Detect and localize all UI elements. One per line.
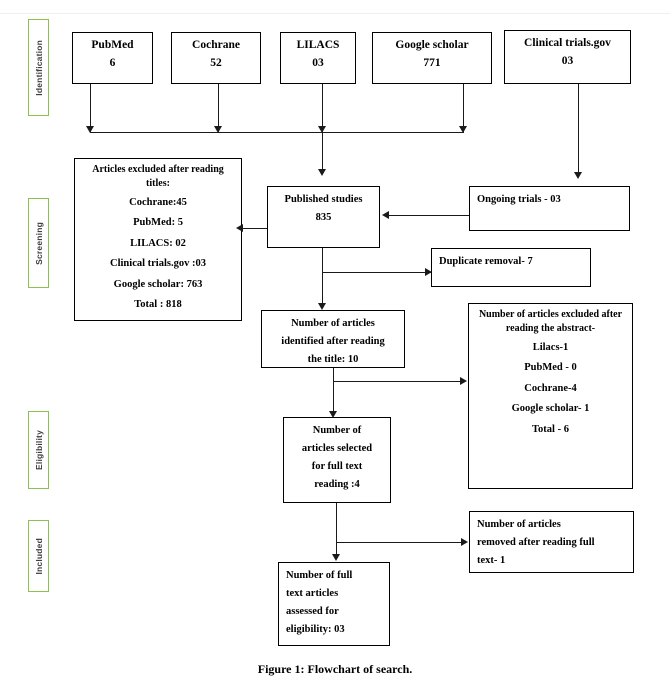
source-count-google-scholar: 771 [423,56,441,69]
arrowhead-published-to-identified [318,303,326,310]
connector-pubmed-down [90,84,92,132]
assessed-eligibility-box: Number of full text articles assessed fo… [278,562,390,646]
arrowhead-identified-to-excluded-abstract [460,377,467,385]
phase-label-eligibility: Eligibility [28,411,49,489]
duplicate-removal-box: Duplicate removal- 7 [431,248,591,287]
excluded-after-abstract-item-pubmed: PubMed - 0 [524,362,577,374]
assessed-eligibility-line2: text articles [286,588,339,600]
arrowhead-published-to-excluded-titles [236,224,243,232]
phase-label-identification: Identification [28,19,49,116]
excluded-after-abstract-item-cochrane: Cochrane-4 [524,382,577,394]
excluded-after-abstract-item-lilacs: Lilacs-1 [532,342,569,353]
published-studies-count: 835 [315,212,332,224]
excluded-after-abstract-heading: Number of articles excluded after readin… [478,309,623,334]
source-box-clinical-trials: Clinical trials.gov 03 [504,30,631,84]
connector-published-to-duplicates [322,272,431,274]
flowchart-figure: Identification Screening Eligibility Inc… [0,0,670,687]
excluded-after-titles-heading: Articles excluded after reading titles: [92,164,224,189]
excluded-after-titles-item-google-scholar: Google scholar: 763 [113,278,203,290]
arrowhead-clinical-to-ongoing [574,172,582,179]
source-count-cochrane: 52 [210,56,222,69]
excluded-after-titles-item-pubmed: PubMed: 5 [133,217,183,229]
connector-ongoing-to-published [389,215,469,217]
source-count-pubmed: 6 [109,56,116,69]
removed-after-full-text-line1: Number of articles [477,519,561,530]
arrowhead-selected-to-removed [461,538,468,546]
excluded-after-titles-item-total: Total : 818 [134,299,182,311]
arrowhead-published-to-duplicates [425,268,432,276]
ongoing-trials-box: Ongoing trials - 03 [469,186,630,231]
excluded-after-titles-box: Articles excluded after reading titles: … [74,158,242,321]
connector-cochrane-down [218,84,220,132]
selected-full-text-line1: Number of [312,425,362,436]
arrowhead-ongoing-to-published [382,211,389,219]
source-count-clinical-trials: 03 [561,54,574,67]
assessed-eligibility-line1: Number of full [286,570,353,581]
selected-full-text-line2: articles selected [301,443,373,455]
source-box-google-scholar: Google scholar 771 [372,32,492,84]
connector-merge-to-published [322,132,324,174]
identified-after-title-line1: Number of articles [291,318,375,329]
source-name-google-scholar: Google scholar [395,39,469,51]
source-name-pubmed: PubMed [91,39,134,51]
source-box-cochrane: Cochrane 52 [171,32,261,84]
excluded-after-titles-item-clinical-trials: Clinical trials.gov :03 [110,258,206,270]
removed-after-full-text-box: Number of articles removed after reading… [469,511,634,573]
connector-merge-bar [90,132,464,134]
source-box-lilacs: LILACS 03 [280,32,356,84]
connector-published-to-excluded-titles [243,228,267,230]
connector-published-down [322,248,324,308]
published-studies-box: Published studies 835 [267,186,380,248]
published-studies-label: Published studies [284,194,363,205]
connector-identified-down [333,368,335,416]
identified-after-title-line3: the title: 10 [307,354,359,366]
source-name-lilacs: LILACS [296,39,340,51]
selected-full-text-box: Number of articles selected for full tex… [283,417,391,503]
assessed-eligibility-line4: eligibility: 03 [286,624,345,636]
arrowhead-selected-to-assessed [332,554,340,561]
excluded-after-abstract-box: Number of articles excluded after readin… [468,303,633,489]
identified-after-title-box: Number of articles identified after read… [261,310,405,368]
excluded-after-titles-item-cochrane: Cochrane:45 [129,197,187,208]
top-divider [0,13,670,14]
removed-after-full-text-line3: text- 1 [477,555,506,567]
selected-full-text-line4: reading :4 [314,479,360,491]
connector-clinical-to-ongoing [578,84,580,177]
connector-selected-down [336,503,338,559]
phase-label-identification-text: Identification [33,39,44,96]
phase-label-screening-text: Screening [33,221,44,265]
selected-full-text-line3: for full text [311,461,363,473]
removed-after-full-text-line2: removed after reading full [477,537,595,549]
phase-label-included-text: Included [33,537,44,575]
identified-after-title-line2: identified after reading [281,336,385,348]
excluded-after-titles-item-lilacs: LILACS: 02 [130,237,186,249]
phase-label-eligibility-text: Eligibility [33,430,44,470]
connector-lilacs-down [322,84,324,132]
source-name-cochrane: Cochrane [192,39,240,51]
ongoing-trials-label: Ongoing trials - 03 [477,194,561,205]
source-count-lilacs: 03 [312,56,324,69]
assessed-eligibility-line3: assessed for [286,606,339,618]
connector-google-scholar-down [463,84,465,132]
source-name-clinical-trials: Clinical trials.gov [524,37,611,49]
arrowhead-merge-to-published [318,169,326,176]
phase-label-screening: Screening [28,198,49,288]
excluded-after-abstract-item-total: Total - 6 [532,423,569,435]
excluded-after-abstract-item-google-scholar: Google scholar- 1 [511,403,590,415]
connector-identified-to-excluded-abstract [333,381,462,383]
figure-caption: Figure 1: Flowchart of search. [257,662,413,676]
connector-selected-to-removed [336,542,463,544]
phase-label-included: Included [28,520,49,592]
duplicate-removal-label: Duplicate removal- 7 [439,256,533,267]
source-box-pubmed: PubMed 6 [72,32,153,84]
